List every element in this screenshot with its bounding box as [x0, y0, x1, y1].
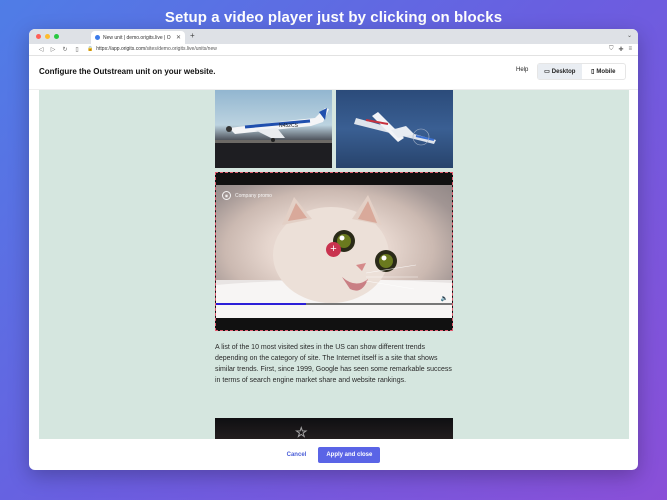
browser-window: New unit | demo.origits.live | O ✕ + ⌄ ◁…	[29, 29, 638, 470]
article-paragraph: A list of the 10 most visited sites in t…	[215, 344, 452, 384]
monitor-icon: ▭	[544, 69, 550, 75]
back-icon[interactable]: ◁	[35, 46, 47, 53]
tab-bar: New unit | demo.origits.live | O ✕ + ⌄	[29, 29, 638, 44]
address-bar: ◁ ▷ ↻ ▯ 🔒 https://app.origits.com/sites/…	[29, 44, 638, 56]
mobile-toggle-button[interactable]: ▯ Mobile	[582, 64, 626, 79]
article-photo: ☆	[215, 418, 453, 439]
volume-icon[interactable]: 🔈	[441, 295, 448, 302]
apply-and-close-button[interactable]: Apply and close	[318, 446, 381, 463]
cancel-button[interactable]: Cancel	[287, 452, 307, 458]
help-link[interactable]: Help	[516, 67, 528, 73]
menu-icon[interactable]: ≡	[628, 46, 632, 53]
reload-icon[interactable]: ↻	[59, 46, 71, 53]
url-host: https://app.origits.com	[96, 46, 146, 52]
zoom-window-button[interactable]	[54, 34, 59, 39]
page-headline: Setup a video player just by clicking on…	[164, 9, 503, 26]
tab-title: New unit | demo.origits.live | O	[103, 34, 171, 41]
video-player-block[interactable]: ◉ Company promo + 🔈	[215, 172, 453, 331]
favicon-icon	[95, 35, 100, 40]
photo-decoration: ☆	[295, 424, 308, 439]
tab-list-chevron-icon[interactable]: ⌄	[627, 32, 632, 39]
image-row: N452CS	[215, 90, 453, 168]
desktop-toggle-button[interactable]: ▭ Desktop	[538, 64, 582, 79]
device-toggle: ▭ Desktop ▯ Mobile	[537, 63, 626, 80]
svg-text:N452CS: N452CS	[279, 123, 299, 129]
footer-actions: Cancel Apply and close	[29, 439, 638, 470]
video-progress-fill	[216, 303, 306, 305]
airplane-photo-1: N452CS	[215, 90, 332, 168]
bookmark-icon[interactable]: ▯	[71, 46, 83, 53]
window-controls	[36, 34, 59, 39]
preview-column: N452CS ◉ Company promo + 🔈 A list of the…	[215, 90, 453, 439]
preview-canvas: N452CS ◉ Company promo + 🔈 A list of the…	[39, 90, 629, 439]
promo-label: Company promo	[235, 192, 272, 199]
company-promo-badge: ◉ Company promo	[222, 191, 272, 200]
extensions-icon[interactable]: ✚	[618, 46, 623, 53]
promo-logo-icon: ◉	[222, 191, 231, 200]
forward-icon[interactable]: ▷	[47, 46, 59, 53]
page-title: Configure the Outstream unit on your web…	[39, 67, 216, 76]
mobile-label: Mobile	[596, 68, 616, 75]
minimize-window-button[interactable]	[45, 34, 50, 39]
browser-tab[interactable]: New unit | demo.origits.live | O ✕	[91, 31, 185, 44]
desktop-label: Desktop	[551, 68, 576, 75]
phone-icon: ▯	[591, 69, 595, 75]
app-header: Configure the Outstream unit on your web…	[29, 56, 638, 90]
url-path: /sites/demo.origits.live/units/new	[145, 46, 217, 52]
lock-icon: 🔒	[87, 46, 94, 52]
shield-icon[interactable]: ⛉	[609, 46, 614, 53]
url-field[interactable]: 🔒 https://app.origits.com/sites/demo.ori…	[87, 46, 217, 52]
add-block-button[interactable]: +	[326, 242, 341, 257]
video-frame: ◉ Company promo + 🔈	[216, 185, 452, 318]
close-window-button[interactable]	[36, 34, 41, 39]
browser-toolbar-icons: ⛉ ✚ ≡	[609, 46, 632, 53]
new-tab-button[interactable]: +	[190, 31, 195, 40]
close-tab-icon[interactable]: ✕	[176, 34, 181, 41]
airplane-photo-2	[336, 90, 453, 168]
video-progress-bar[interactable]	[216, 303, 452, 305]
